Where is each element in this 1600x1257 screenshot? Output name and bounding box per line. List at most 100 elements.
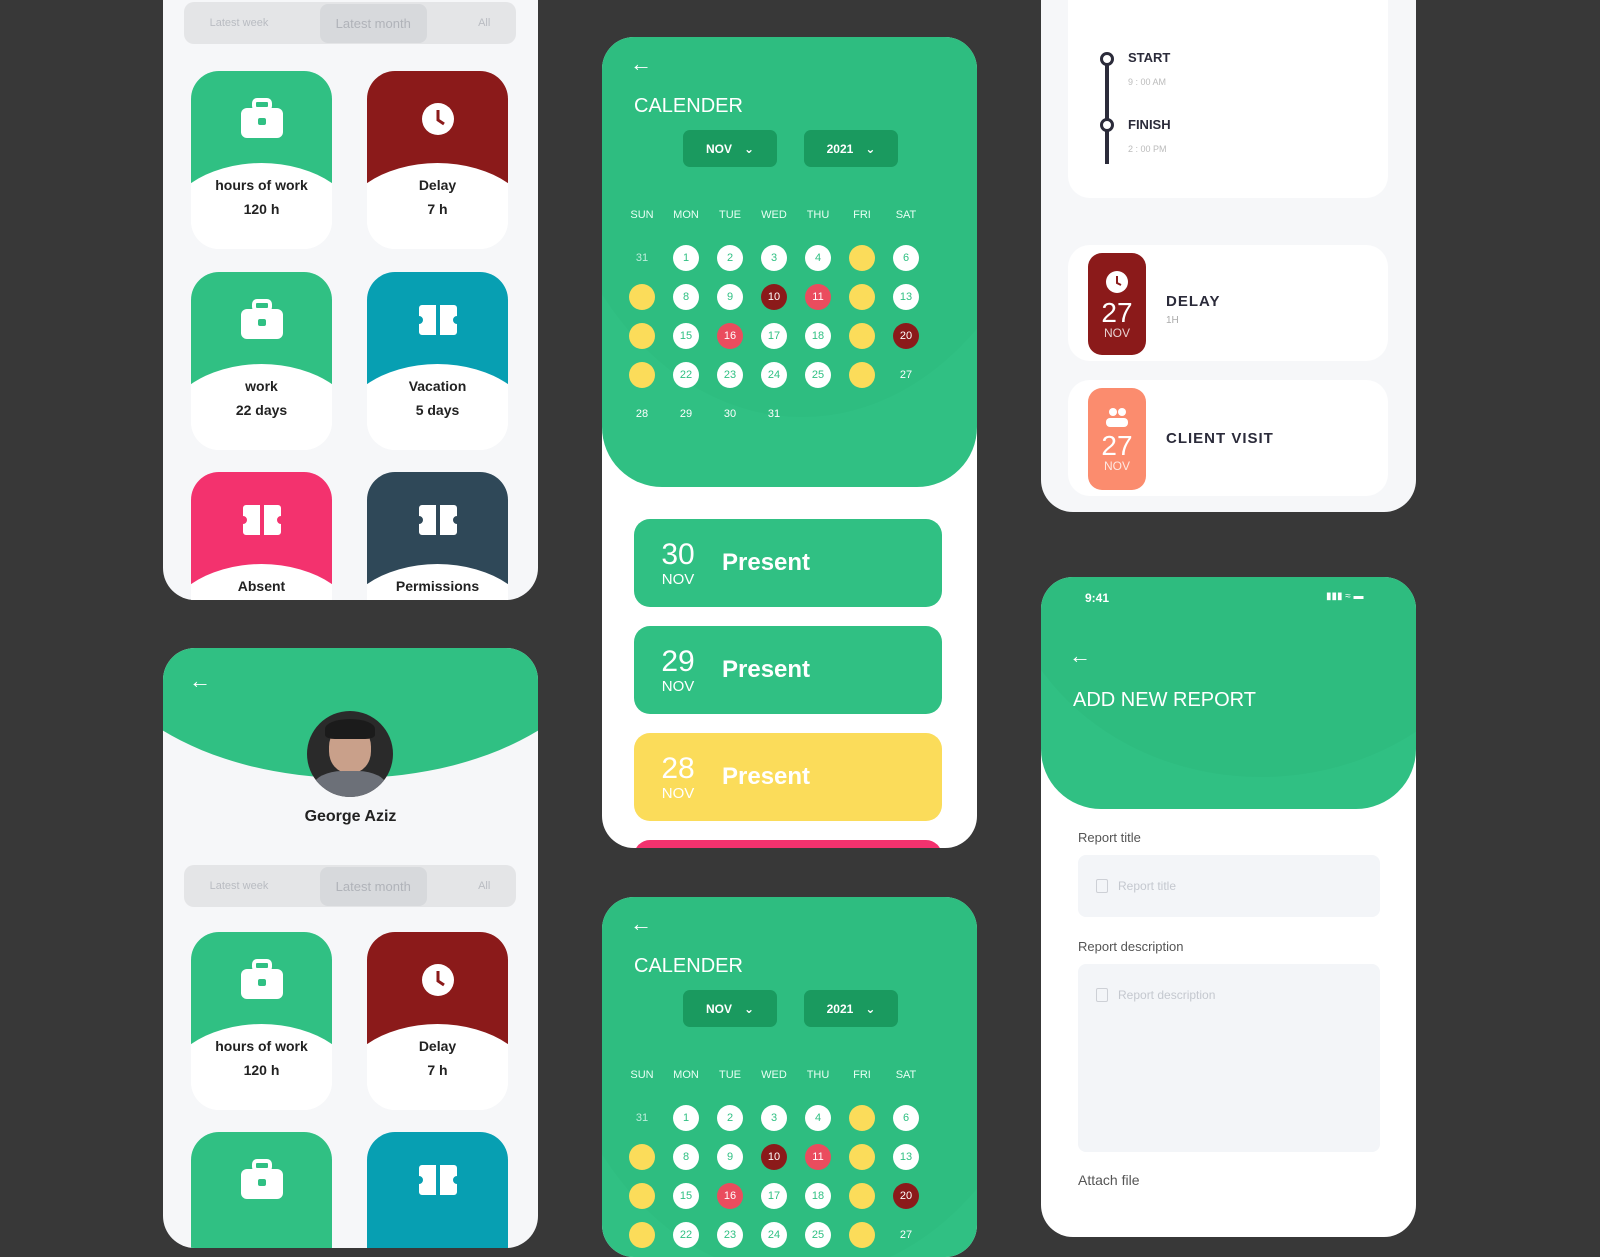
calendar-day[interactable]: 20 — [893, 1183, 919, 1209]
absent-tile[interactable]: Absent — [191, 472, 332, 600]
filter-all[interactable]: All — [478, 880, 490, 892]
calendar-day[interactable]: 5 — [849, 245, 875, 271]
weekday-label: SUN — [630, 209, 654, 221]
vacation-tile[interactable]: Vacation 5 days — [367, 272, 508, 450]
attendance-item[interactable]: 29 NOV Present — [634, 626, 942, 714]
absent-label: Absent — [237, 578, 286, 594]
month-select[interactable]: NOV ⌄ — [683, 990, 777, 1027]
calendar-day[interactable]: 31 — [629, 1105, 655, 1131]
calendar-day[interactable]: 21 — [629, 362, 655, 388]
title-placeholder: Report title — [1118, 879, 1177, 893]
calendar-day[interactable]: 19 — [849, 323, 875, 349]
calendar-day[interactable]: 15 — [673, 323, 699, 349]
calendar-day[interactable]: 9 — [717, 1144, 743, 1170]
calendar-day[interactable]: 17 — [761, 1183, 787, 1209]
report-header: 9:41 ▮▮▮ ≈ ▬ ← ADD NEW REPORT — [1041, 577, 1416, 809]
event-card[interactable]: 27 NOV CLIENT VISIT — [1068, 380, 1388, 496]
calendar-day[interactable]: 15 — [673, 1183, 699, 1209]
calendar-day[interactable]: 7 — [629, 1144, 655, 1170]
permissions-tile[interactable]: Permissions — [367, 472, 508, 600]
calendar-day[interactable]: 30 — [717, 401, 743, 427]
calendar-day[interactable]: 1 — [673, 245, 699, 271]
attach-label: Attach file — [1078, 1172, 1140, 1188]
report-title-input[interactable]: Report title — [1078, 855, 1380, 917]
attendance-item[interactable]: 30 NOV Present — [634, 519, 942, 607]
year-value: 2021 — [826, 141, 854, 156]
year-select[interactable]: 2021 ⌄ — [804, 990, 898, 1027]
work-tile[interactable] — [191, 1132, 332, 1248]
year-select[interactable]: 2021 ⌄ — [804, 130, 898, 167]
back-arrow-icon[interactable]: ← — [1069, 643, 1091, 669]
calendar-day[interactable]: 19 — [849, 1183, 875, 1209]
calendar-day[interactable]: 6 — [893, 1105, 919, 1131]
filter-month[interactable]: Latest month — [319, 3, 427, 43]
calendar-day[interactable]: 31 — [629, 245, 655, 271]
report-description-input[interactable]: Report description — [1078, 964, 1380, 1152]
work-tile[interactable]: work 22 days — [191, 272, 332, 450]
calendar-day[interactable]: 6 — [893, 245, 919, 271]
calendar-day[interactable]: 22 — [673, 362, 699, 388]
calendar-day[interactable]: 24 — [761, 1222, 787, 1248]
calendar-day[interactable]: 3 — [761, 1105, 787, 1131]
calendar-day[interactable]: 9 — [717, 284, 743, 310]
attendance-item[interactable]: 28 NOV Present — [634, 733, 942, 821]
calendar-day[interactable]: 5 — [849, 1105, 875, 1131]
filter-week[interactable]: Latest week — [210, 880, 269, 892]
calendar-day[interactable]: 2 — [717, 1105, 743, 1131]
attendance-item[interactable] — [634, 840, 942, 848]
calendar-day[interactable]: 10 — [761, 284, 787, 310]
month-select[interactable]: NOV ⌄ — [683, 130, 777, 167]
calendar-day[interactable]: 10 — [761, 1144, 787, 1170]
event-month: NOV — [1103, 326, 1130, 340]
calendar-day[interactable]: 27 — [893, 362, 919, 388]
calendar-day[interactable]: 28 — [629, 401, 655, 427]
calendar-day[interactable]: 18 — [805, 1183, 831, 1209]
calendar-day[interactable]: 23 — [717, 1222, 743, 1248]
calendar-day[interactable]: 16 — [717, 323, 743, 349]
calendar-day[interactable]: 16 — [717, 1183, 743, 1209]
calendar-day[interactable]: 12 — [849, 284, 875, 310]
calendar-day[interactable]: 13 — [893, 1144, 919, 1170]
calendar-day[interactable]: 12 — [849, 1144, 875, 1170]
calendar-day[interactable]: 24 — [761, 362, 787, 388]
calendar-day[interactable]: 14 — [629, 323, 655, 349]
back-arrow-icon[interactable]: ← — [189, 668, 211, 694]
calendar-day[interactable]: 25 — [805, 1222, 831, 1248]
calendar-day[interactable]: 26 — [849, 362, 875, 388]
filter-month[interactable]: Latest month — [319, 866, 427, 906]
calendar-day[interactable]: 7 — [629, 284, 655, 310]
calendar-day[interactable]: 13 — [893, 284, 919, 310]
calendar-day[interactable]: 8 — [673, 1144, 699, 1170]
calendar-day[interactable]: 8 — [673, 284, 699, 310]
calendar-day[interactable]: 11 — [805, 284, 831, 310]
back-arrow-icon[interactable]: ← — [630, 911, 652, 937]
calendar-day[interactable]: 14 — [629, 1183, 655, 1209]
calendar-day[interactable]: 22 — [673, 1222, 699, 1248]
hours-tile[interactable]: hours of work 120 h — [191, 71, 332, 249]
filter-week[interactable]: Latest week — [210, 17, 269, 29]
profile-name: George Aziz — [304, 808, 397, 825]
delay-tile[interactable]: Delay 7 h — [367, 932, 508, 1110]
calendar-day[interactable]: 29 — [673, 401, 699, 427]
calendar-day[interactable]: 2 — [717, 245, 743, 271]
calendar-day[interactable]: 3 — [761, 245, 787, 271]
calendar-day[interactable]: 4 — [805, 245, 831, 271]
calendar-day[interactable]: 17 — [761, 323, 787, 349]
calendar-day[interactable]: 26 — [849, 1222, 875, 1248]
hours-tile[interactable]: hours of work 120 h — [191, 932, 332, 1110]
delay-tile[interactable]: Delay 7 h — [367, 71, 508, 249]
calendar-day[interactable]: 20 — [893, 323, 919, 349]
calendar-day[interactable]: 25 — [805, 362, 831, 388]
calendar-day[interactable]: 18 — [805, 323, 831, 349]
calendar-day[interactable]: 4 — [805, 1105, 831, 1131]
calendar-day[interactable]: 31 — [761, 401, 787, 427]
vacation-tile[interactable] — [367, 1132, 508, 1248]
calendar-day[interactable]: 1 — [673, 1105, 699, 1131]
back-arrow-icon[interactable]: ← — [630, 51, 652, 77]
filter-all[interactable]: All — [478, 17, 490, 29]
event-card[interactable]: 27 NOV DELAY 1H — [1068, 245, 1388, 361]
calendar-day[interactable]: 11 — [805, 1144, 831, 1170]
calendar-day[interactable]: 27 — [893, 1222, 919, 1248]
calendar-day[interactable]: 21 — [629, 1222, 655, 1248]
calendar-day[interactable]: 23 — [717, 362, 743, 388]
